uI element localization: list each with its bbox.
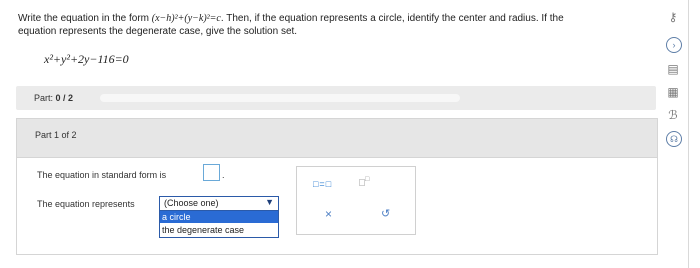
option-degenerate[interactable]: the degenerate case [160, 224, 278, 236]
part-counter: Part: 0 / 2 [34, 93, 73, 103]
represents-dropdown: a circle the degenerate case [159, 210, 279, 238]
answer-period: . [222, 170, 225, 180]
option-circle[interactable]: a circle [160, 211, 278, 223]
sidebar-divider [688, 0, 689, 268]
progress-track [100, 94, 460, 102]
calculator-icon[interactable]: ▤ [664, 61, 682, 77]
part1-header: Part 1 of 2 [17, 119, 657, 158]
key-icon[interactable]: ⚷ [664, 9, 682, 25]
clear-icon[interactable]: × [325, 207, 332, 221]
question-intro: Write the equation in the form [18, 13, 152, 24]
superscript-exp: □ [365, 176, 370, 183]
standard-form-expression: (x−h)²+(y−k)²=c [151, 13, 221, 24]
represents-prompt: The equation represents [37, 199, 135, 209]
option-circle-label: a circle [162, 212, 191, 222]
standard-form-prompt: The equation in standard form is [37, 170, 167, 180]
chevron-right-icon[interactable]: › [666, 37, 682, 53]
headset-icon[interactable]: ☊ [666, 131, 682, 147]
math-tool-palette: □=□ □□ × ↺ [296, 166, 416, 235]
select-value: (Choose one) [164, 198, 219, 208]
equation-template-button[interactable]: □=□ [313, 179, 332, 189]
part1-title: Part 1 of 2 [35, 130, 77, 140]
language-icon[interactable]: ℬ [664, 107, 682, 123]
part-counter-value: 0 / 2 [55, 93, 74, 103]
chevron-down-icon[interactable]: ▼ [265, 197, 274, 207]
table-icon[interactable]: ▦ [664, 84, 682, 100]
superscript-button[interactable]: □□ [359, 176, 369, 188]
option-degenerate-label: the degenerate case [162, 225, 245, 235]
part-counter-prefix: Part: [34, 93, 56, 103]
question-text: Write the equation in the form (x−h)²+(y… [18, 12, 658, 38]
represents-select[interactable]: (Choose one) ▼ [159, 196, 279, 211]
standard-form-answer-input[interactable] [203, 164, 220, 181]
given-equation: x²+y²+2y−116=0 [44, 52, 129, 66]
part-progress-bar: Part: 0 / 2 [16, 86, 656, 110]
part1-panel: Part 1 of 2 The equation in standard for… [16, 118, 658, 255]
question-instruction-2: equation represents the degenerate case,… [18, 26, 298, 37]
question-instruction: . Then, if the equation represents a cir… [220, 13, 564, 24]
undo-icon[interactable]: ↺ [381, 207, 390, 220]
